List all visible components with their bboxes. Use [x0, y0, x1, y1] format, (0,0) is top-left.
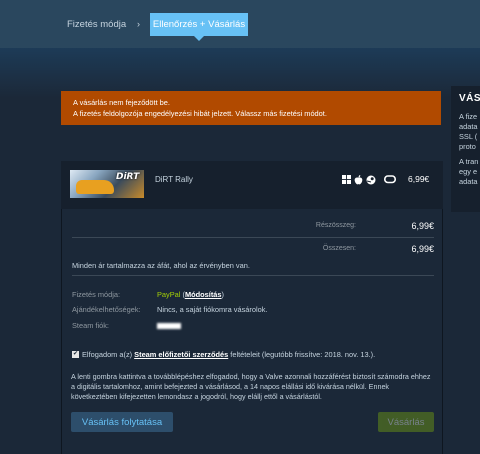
game-price: 6,99€ [408, 174, 430, 184]
cart-item: DiRT DiRT Rally 6,99€ [61, 161, 443, 209]
payment-method-value: PayPal (Módosítás) [157, 290, 224, 299]
gift-value: Nincs, a saját fiókomra vásárolok. [157, 305, 268, 314]
game-capsule-image[interactable]: DiRT [70, 170, 144, 198]
windows-icon [342, 175, 351, 184]
steamvr-icon [384, 175, 396, 184]
purchase-button[interactable]: Vásárlás [378, 412, 434, 432]
breadcrumb-payment-method[interactable]: Fizetés módja [67, 19, 126, 30]
sidebar-block-transaction: A tran egy e adata [459, 157, 479, 186]
redacted-account-name [157, 323, 181, 329]
divider [72, 275, 434, 276]
gift-label: Ajándékelhetőségek: [72, 305, 141, 314]
agreement-text: Elfogadom a(z) Steam előfizetői szerződé… [82, 350, 376, 359]
error-message: A fizetés feldolgozója engedélyezési hib… [73, 109, 327, 118]
subtotal-value: 6,99€ [411, 221, 434, 231]
rally-car-image [76, 180, 114, 194]
continue-purchase-button[interactable]: Vásárlás folytatása [71, 412, 173, 432]
sidebar-block-ssl: A fize adata SSL ( proto [459, 112, 478, 151]
agreement-checkbox[interactable]: ✔ [72, 351, 79, 358]
legal-notice: A lenti gombra kattintva a továbblépéshe… [71, 372, 431, 401]
divider [72, 237, 434, 238]
breadcrumb-arrow-icon: › [137, 19, 140, 29]
modify-payment-link[interactable]: Módosítás [185, 290, 222, 299]
steam-icon [366, 175, 376, 185]
purchase-info-sidebar: VÁS A fize adata SSL ( proto A tran egy … [451, 86, 480, 212]
order-review-panel: Részösszeg: 6,99€ Összesen: 6,99€ Minden… [61, 209, 443, 454]
subtotal-label: Részösszeg: [315, 222, 356, 229]
breadcrumb-active-pointer [194, 36, 204, 41]
total-value: 6,99€ [411, 244, 434, 254]
subscriber-agreement-link[interactable]: Steam előfizetői szerződés [134, 350, 228, 359]
error-title: A vásárlás nem fejeződött be. [73, 98, 170, 107]
paypal-text: PayPal [157, 290, 181, 299]
game-title[interactable]: DiRT Rally [155, 175, 193, 184]
error-banner: A vásárlás nem fejeződött be. A fizetés … [61, 91, 441, 125]
vat-note: Minden ár tartalmazza az áfát, ahol az é… [72, 261, 250, 270]
game-logo: DiRT [116, 172, 140, 182]
steam-account-label: Steam fiók: [72, 321, 109, 330]
total-label: Összesen: [322, 245, 356, 252]
payment-method-label: Fizetés módja: [72, 290, 121, 299]
sidebar-title: VÁS [459, 93, 480, 104]
breadcrumb-review-purchase: Ellenőrzés + Vásárlás [150, 13, 248, 36]
apple-icon [354, 175, 363, 185]
